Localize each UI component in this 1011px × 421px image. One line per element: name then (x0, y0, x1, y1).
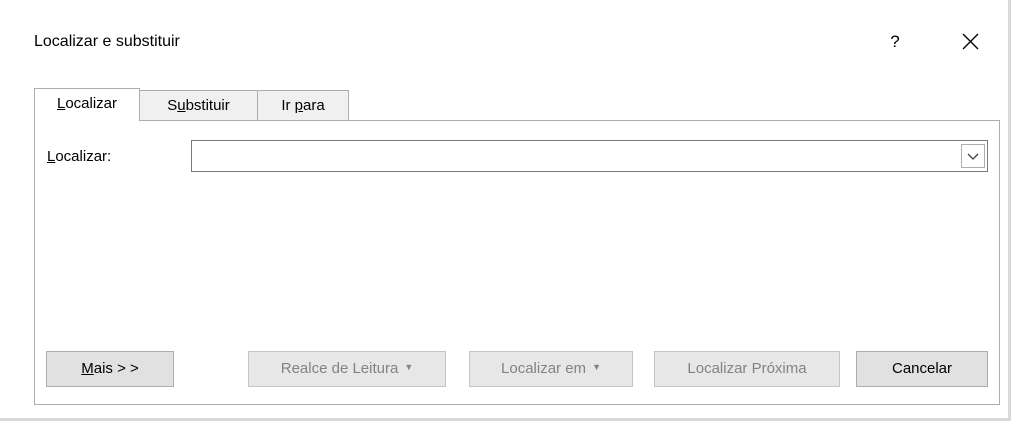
tab-substituir-label: bstituir (185, 97, 230, 114)
tab-ir-para-label: ara (303, 97, 325, 114)
more-button-label: ais > > (93, 360, 139, 377)
chevron-down-icon (967, 153, 979, 160)
find-next-button[interactable]: Localizar Próxima (654, 351, 840, 387)
tab-ir-para[interactable]: Ir para (257, 90, 349, 120)
find-in-button[interactable]: Localizar em ▼ (469, 351, 633, 387)
close-icon (962, 33, 979, 50)
find-in-label: Localizar em (501, 360, 587, 377)
tab-substituir-mnemonic: u (177, 97, 186, 114)
find-label: Localizar: (47, 148, 111, 165)
help-button[interactable]: ? (880, 27, 910, 57)
tab-substituir[interactable]: Substituir (139, 90, 258, 120)
cancel-label: Cancelar (891, 360, 953, 377)
tab-ir-para-mnemonic: p (294, 97, 303, 114)
tab-panel-localizar: Localizar: Mais > > Realce de Leitura ▼ L… (34, 120, 1000, 405)
more-button-mnemonic: M (81, 360, 94, 377)
title-bar: Localizar e substituir ? (0, 0, 1008, 84)
more-button[interactable]: Mais > > (46, 351, 174, 387)
tab-localizar-label: ocalizar (65, 95, 118, 112)
find-next-label: Localizar Próxima (687, 360, 807, 377)
cancel-button[interactable]: Cancelar (856, 351, 988, 387)
close-button[interactable] (952, 27, 988, 57)
tab-ir-para-prefix: Ir (281, 97, 295, 114)
dropdown-arrow-icon: ▼ (404, 362, 414, 373)
find-dropdown-button[interactable] (961, 144, 985, 168)
dropdown-arrow-icon: ▼ (592, 362, 601, 373)
reading-highlight-label: Realce de Leitura (280, 360, 399, 377)
find-input[interactable] (196, 144, 960, 170)
find-label-text: ocalizar: (55, 148, 112, 165)
tab-localizar[interactable]: Localizar (34, 88, 140, 121)
tab-substituir-prefix: S (167, 97, 178, 114)
find-combobox (191, 140, 988, 172)
reading-highlight-button[interactable]: Realce de Leitura ▼ (248, 351, 446, 387)
dialog-title: Localizar e substituir (34, 33, 180, 50)
